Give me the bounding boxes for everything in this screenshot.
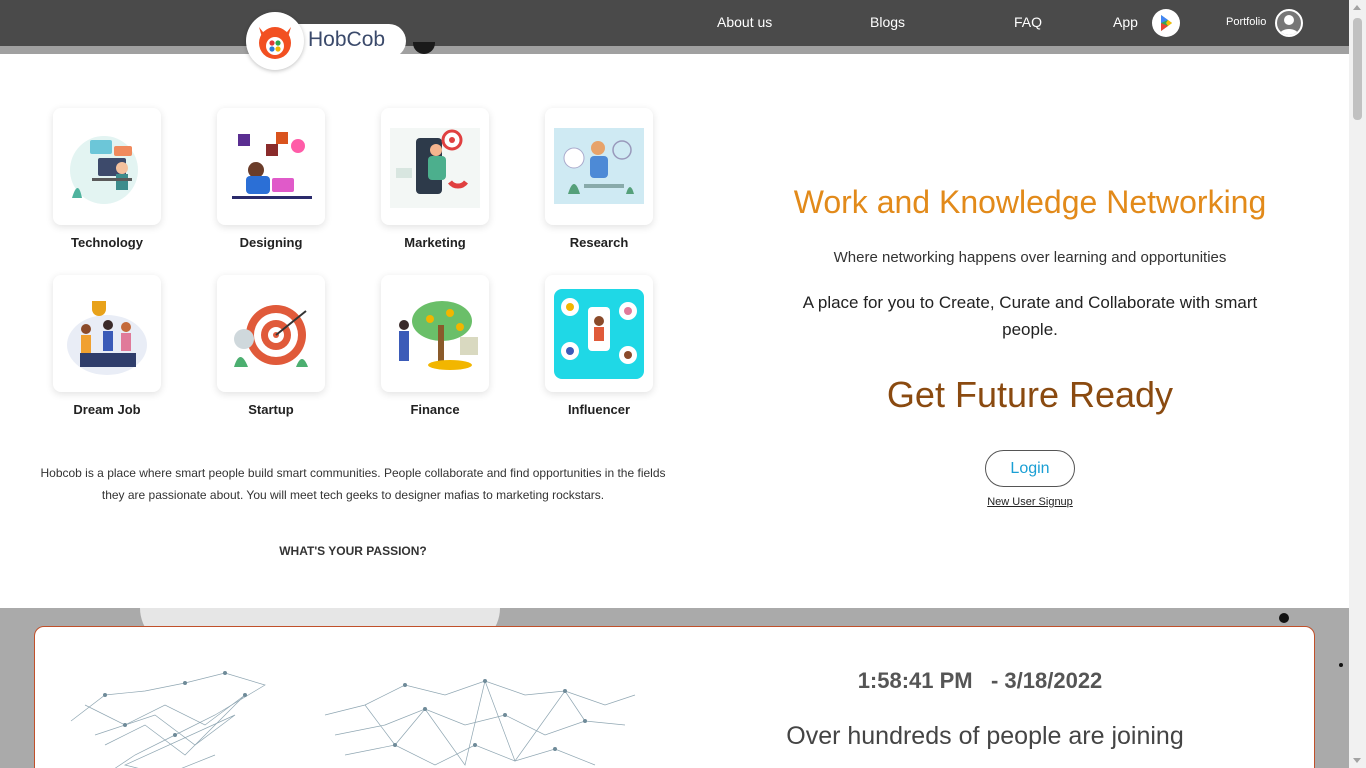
world-network-map-icon [70,671,636,768]
category-label[interactable]: Dream Job [27,402,187,417]
top-nav-bar [0,0,1349,46]
hero-section: Technology Designing Marketing Research … [0,54,1349,608]
nav-about-link[interactable]: About us [717,14,772,30]
brand-name[interactable]: HobCob [308,28,385,52]
future-ready-heading: Get Future Ready [886,374,1174,415]
joining-text: Over hundreds of people are joining [786,722,1184,750]
nav-shadow [0,46,1349,54]
nav-portfolio-link[interactable]: Portfolio [1226,16,1266,28]
page-scrollbar[interactable] [1349,0,1366,768]
nav-faq-link[interactable]: FAQ [1014,14,1042,30]
designing-illustration-icon [232,132,312,199]
current-time: 1:58:41 PM [857,668,973,693]
category-label[interactable]: Research [519,235,679,250]
category-card-technology[interactable] [53,108,161,225]
decorative-dot [1279,613,1289,623]
hero-tagline: A place for you to Create, Curate and Co… [802,293,1258,339]
nav-app-link[interactable]: App [1113,14,1138,30]
category-label[interactable]: Technology [27,235,187,250]
category-label[interactable]: Marketing [355,235,515,250]
clock-display: 1:58:41 PM - 3/18/2022 [730,668,1230,694]
influencer-illustration-icon [554,289,644,379]
passion-heading: WHAT'S YOUR PASSION? [279,544,427,558]
finance-illustration-icon [399,301,478,370]
scrollbar-thumb[interactable] [1353,18,1362,120]
about-description: Hobcob is a place where smart people bui… [40,466,666,502]
user-avatar-icon[interactable] [1275,9,1303,37]
scroll-up-arrow-icon[interactable] [1353,5,1361,10]
category-card-finance[interactable] [381,275,489,392]
login-button[interactable]: Login [985,450,1075,487]
dream-job-illustration-icon [67,301,147,375]
category-card-startup[interactable] [217,275,325,392]
category-label[interactable]: Finance [355,402,515,417]
current-date: - 3/18/2022 [990,668,1103,693]
signup-link[interactable]: New User Signup [970,496,1090,508]
hero-headline: Work and Knowledge Networking [793,184,1267,220]
marketing-illustration-icon [390,128,480,208]
category-card-marketing[interactable] [381,108,489,225]
category-card-research[interactable] [545,108,653,225]
scroll-down-arrow-icon[interactable] [1353,758,1361,763]
hobcob-logo-icon[interactable] [246,12,304,70]
category-card-designing[interactable] [217,108,325,225]
google-play-icon[interactable] [1152,9,1180,37]
category-label[interactable]: Influencer [519,402,679,417]
technology-illustration-icon [70,136,138,204]
category-card-dream-job[interactable] [53,275,161,392]
startup-illustration-icon [234,305,308,367]
category-label[interactable]: Designing [191,235,351,250]
hero-subtitle: Where networking happens over learning a… [833,249,1227,266]
decorative-dot [1339,663,1343,667]
research-illustration-icon [554,128,644,204]
category-card-influencer[interactable] [545,275,653,392]
nav-blogs-link[interactable]: Blogs [870,14,905,30]
category-label[interactable]: Startup [191,402,351,417]
